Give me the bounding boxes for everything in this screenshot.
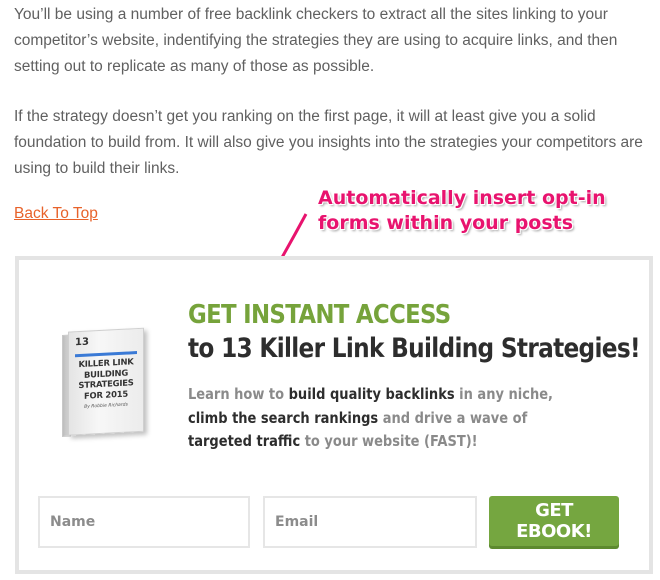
optin-headline: GET INSTANT ACCESS	[188, 300, 451, 330]
book-number: 13	[75, 336, 89, 349]
article-paragraph: You’ll be using a number of free backlin…	[14, 6, 618, 75]
annotation-callout: Automatically insert opt-in forms within…	[318, 186, 648, 236]
optin-subheadline: to 13 Killer Link Building Strategies!	[188, 333, 641, 364]
book-cover: 13 KILLER LINK BUILDING STRATEGIES FOR 2…	[68, 327, 144, 436]
desc-text: in any niche,	[454, 385, 553, 403]
desc-bold: climb the search rankings	[188, 408, 379, 427]
get-ebook-button[interactable]: GET EBOOK!	[489, 496, 619, 546]
desc-text: Learn how to	[188, 385, 289, 403]
desc-text: to your website (FAST)!	[300, 432, 478, 450]
desc-bold: build quality backlinks	[288, 385, 455, 403]
optin-description: Learn how to build quality backlinks in …	[188, 383, 591, 454]
annotation-line: forms within your posts	[318, 212, 574, 234]
email-field[interactable]	[263, 496, 477, 548]
article-paragraph: If the strategy doesn’t get you ranking …	[14, 108, 643, 177]
annotation-line: Automatically insert opt-in	[318, 187, 606, 209]
back-to-top-link[interactable]: Back To Top	[14, 205, 98, 223]
ebook-cover-image: 13 KILLER LINK BUILDING STRATEGIES FOR 2…	[54, 327, 146, 437]
desc-text: and drive a wave of	[378, 408, 528, 427]
name-field[interactable]	[38, 496, 250, 548]
book-author: By Robbie Richards	[84, 402, 128, 410]
desc-bold: targeted traffic	[188, 432, 301, 450]
